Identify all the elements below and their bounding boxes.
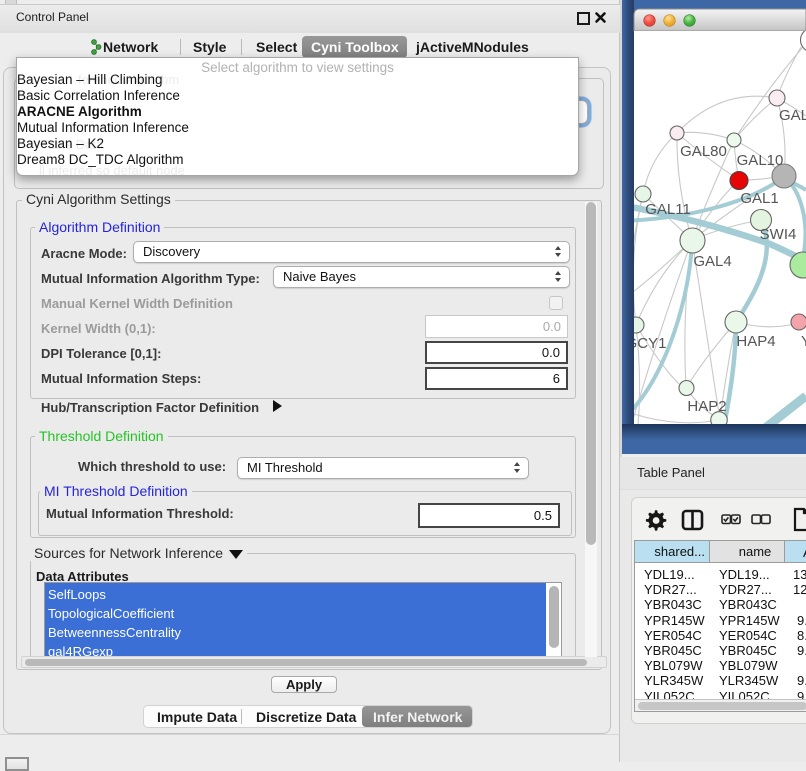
svg-text:HAP2: HAP2 [687, 398, 726, 415]
svg-text:GAL7: GAL7 [779, 107, 806, 124]
svg-text:GAL1: GAL1 [740, 190, 778, 207]
svg-text:GAL80: GAL80 [680, 143, 727, 160]
svg-text:YJL: YJL [801, 333, 806, 350]
svg-text:GAL10: GAL10 [737, 152, 784, 169]
svg-text:GAL4: GAL4 [693, 253, 731, 270]
svg-text:HAP4: HAP4 [736, 333, 775, 350]
svg-text:GAL11: GAL11 [645, 201, 691, 218]
svg-text:SWI4: SWI4 [760, 226, 797, 243]
